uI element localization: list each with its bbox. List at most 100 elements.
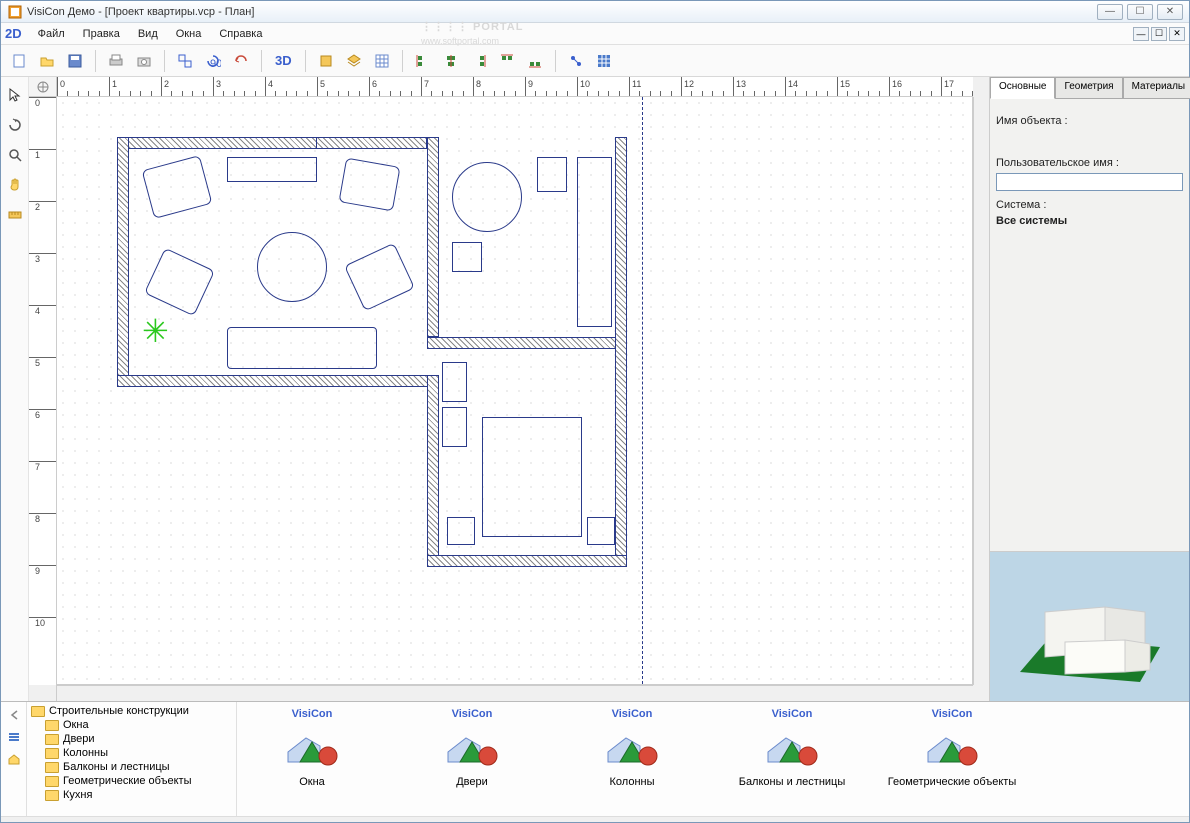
wall[interactable]: [117, 375, 439, 387]
furniture-armchair[interactable]: [144, 248, 215, 317]
print-button[interactable]: [104, 49, 128, 73]
folder-icon: [45, 748, 59, 759]
wall-inner[interactable]: [427, 137, 439, 337]
vertical-ruler[interactable]: 012345678910: [29, 97, 57, 685]
tree-item[interactable]: Балконы и лестницы: [29, 760, 234, 774]
window-title: VisiCon Демо - [Проект квартиры.vcp - Пл…: [27, 6, 1097, 18]
tree-item[interactable]: Двери: [29, 732, 234, 746]
group-button[interactable]: [173, 49, 197, 73]
undo-button[interactable]: [229, 49, 253, 73]
wall-inner[interactable]: [427, 337, 627, 349]
ruler-row: 01234567891011121314151617: [29, 77, 989, 97]
furniture-nightstand[interactable]: [587, 517, 615, 545]
mdi-close[interactable]: ✕: [1169, 27, 1185, 41]
wall[interactable]: [427, 375, 439, 567]
grid-button[interactable]: [370, 49, 394, 73]
furniture-armchair[interactable]: [344, 243, 415, 312]
menu-file[interactable]: Файл: [30, 26, 73, 42]
folder-icon: [45, 734, 59, 745]
kitchen-counter[interactable]: [577, 157, 612, 327]
menu-edit[interactable]: Правка: [75, 26, 128, 42]
gallery-item-icon: [247, 718, 377, 774]
catalog-list-button[interactable]: [7, 730, 21, 744]
furniture-chair[interactable]: [537, 157, 567, 192]
maximize-button[interactable]: ☐: [1127, 4, 1153, 20]
gallery-item[interactable]: VisiConБалконы и лестницы: [727, 708, 857, 788]
rotate-tool[interactable]: [5, 115, 25, 135]
minimize-button[interactable]: —: [1097, 4, 1123, 20]
gallery-item[interactable]: VisiConКолонны: [567, 708, 697, 788]
camera-button[interactable]: [132, 49, 156, 73]
wall[interactable]: [117, 137, 317, 149]
measure-tool[interactable]: [5, 205, 25, 225]
rotate90-button[interactable]: 90: [201, 49, 225, 73]
catalog-home-button[interactable]: [7, 752, 21, 766]
furniture-armchair[interactable]: [142, 155, 213, 219]
tree-item[interactable]: Окна: [29, 718, 234, 732]
furniture-shelf[interactable]: [227, 157, 317, 182]
furniture-sofa[interactable]: [227, 327, 377, 369]
gallery-item[interactable]: VisiConОкна: [247, 708, 377, 788]
furniture-wardrobe[interactable]: [442, 407, 467, 447]
tree-root[interactable]: Строительные конструкции: [29, 704, 234, 718]
tree-item[interactable]: Кухня: [29, 788, 234, 802]
tab-materials[interactable]: Материалы: [1123, 77, 1190, 99]
horizontal-scrollbar[interactable]: [57, 685, 973, 701]
gallery-item[interactable]: VisiConДвери: [407, 708, 537, 788]
align-bottom-button[interactable]: [523, 49, 547, 73]
align-center-button[interactable]: [439, 49, 463, 73]
separator: [305, 50, 306, 72]
furniture-armchair[interactable]: [339, 158, 401, 212]
mdi-restore[interactable]: ☐: [1151, 27, 1167, 41]
mdi-minimize[interactable]: —: [1133, 27, 1149, 41]
align-top-button[interactable]: [495, 49, 519, 73]
save-button[interactable]: [63, 49, 87, 73]
layer2-button[interactable]: [342, 49, 366, 73]
new-button[interactable]: [7, 49, 31, 73]
wall[interactable]: [427, 555, 627, 567]
select-tool[interactable]: [5, 85, 25, 105]
plant-icon[interactable]: ✳: [142, 312, 169, 350]
object-name-value: [996, 131, 1183, 149]
user-name-input[interactable]: [996, 173, 1183, 191]
furniture-table-round[interactable]: [452, 162, 522, 232]
zoom-tool[interactable]: [5, 145, 25, 165]
gallery-item[interactable]: VisiConГеометрические объекты: [887, 708, 1017, 788]
tree-item[interactable]: Геометрические объекты: [29, 774, 234, 788]
menu-help[interactable]: Справка: [211, 26, 270, 42]
folder-icon: [45, 762, 59, 773]
vertical-guideline[interactable]: [642, 97, 643, 684]
catalog-tree[interactable]: Строительные конструкции Окна Двери Коло…: [27, 702, 237, 816]
furniture-nightstand[interactable]: [447, 517, 475, 545]
wall[interactable]: [615, 137, 627, 567]
furniture-stool[interactable]: [452, 242, 482, 272]
gallery-item-label: Окна: [247, 776, 377, 788]
catalog-back-button[interactable]: [7, 708, 21, 722]
vertical-scrollbar[interactable]: [973, 97, 989, 685]
properties-body: Имя объекта : Пользовательское имя : Сис…: [990, 99, 1189, 551]
furniture-table-round[interactable]: [257, 232, 327, 302]
close-button[interactable]: ✕: [1157, 4, 1183, 20]
app-window: VisiCon Демо - [Проект квартиры.vcp - Пл…: [0, 0, 1190, 823]
gallery-item-icon: [567, 718, 697, 774]
workarea: 01234567891011121314151617 012345678910: [1, 77, 1189, 701]
tab-geometry[interactable]: Геометрия: [1055, 77, 1122, 99]
mode3d-button[interactable]: 3D: [270, 49, 297, 73]
menu-view[interactable]: Вид: [130, 26, 166, 42]
floorplan-canvas[interactable]: ✳: [57, 97, 973, 685]
snap-button[interactable]: [564, 49, 588, 73]
horizontal-ruler[interactable]: 01234567891011121314151617: [57, 77, 973, 97]
align-left-button[interactable]: [411, 49, 435, 73]
tab-basic[interactable]: Основные: [990, 77, 1055, 99]
layer1-button[interactable]: [314, 49, 338, 73]
hatch-button[interactable]: [592, 49, 616, 73]
wall[interactable]: [117, 137, 129, 387]
tree-item[interactable]: Колонны: [29, 746, 234, 760]
align-right-button[interactable]: [467, 49, 491, 73]
pan-tool[interactable]: [5, 175, 25, 195]
open-button[interactable]: [35, 49, 59, 73]
furniture-wardrobe[interactable]: [442, 362, 467, 402]
furniture-bed[interactable]: [482, 417, 582, 537]
preview-3d[interactable]: [990, 551, 1189, 701]
menu-windows[interactable]: Окна: [168, 26, 210, 42]
